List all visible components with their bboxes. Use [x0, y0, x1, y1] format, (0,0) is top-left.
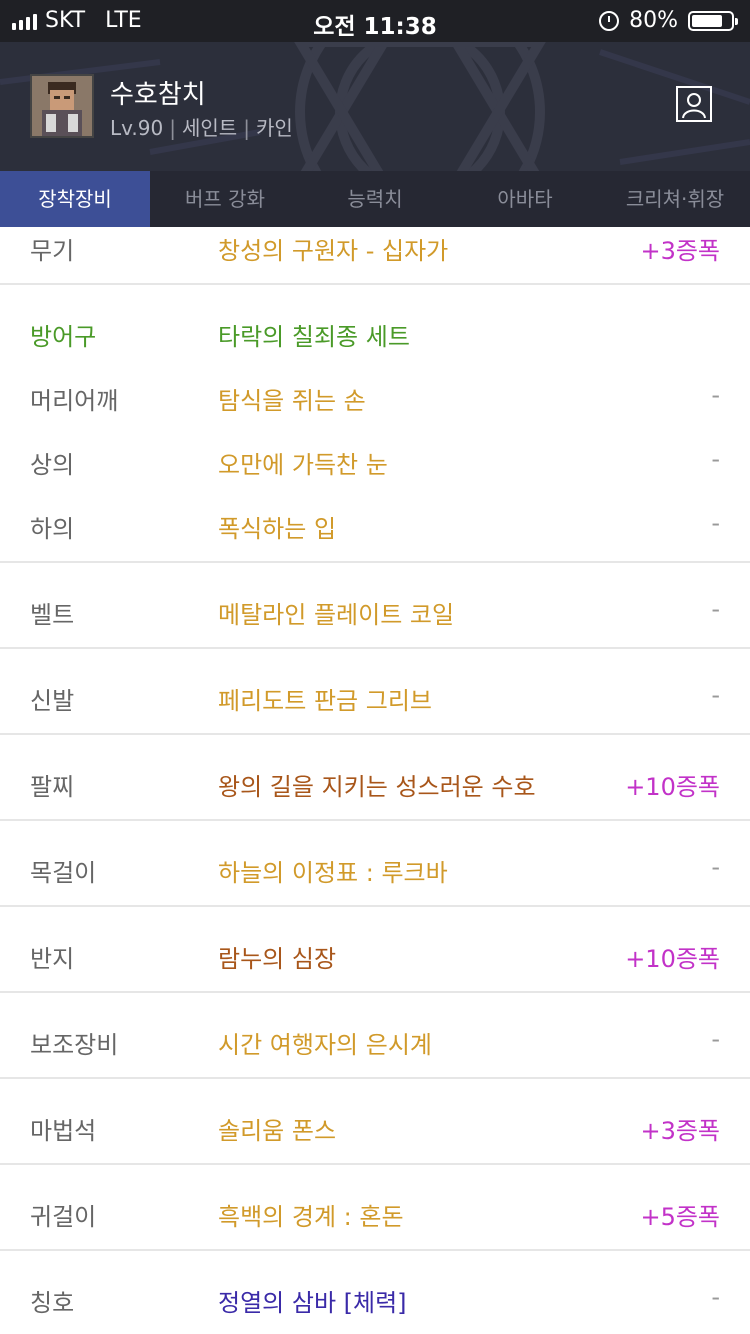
- equipment-row-sub-equipment[interactable]: 보조장비 시간 여행자의 은시계 -: [0, 1017, 750, 1059]
- augment-value: -: [711, 509, 720, 537]
- character-level: Lv.90: [110, 116, 164, 140]
- augment-value: +10증폭: [625, 945, 720, 973]
- augment-value: +5증폭: [640, 1203, 720, 1231]
- item-name: 폭식하는 입: [218, 515, 337, 543]
- item-name: 페리도트 판금 그리브: [218, 687, 432, 715]
- slot-label: 귀걸이: [30, 1203, 97, 1231]
- slot-label: 방어구: [30, 323, 97, 351]
- divider: [0, 1249, 750, 1251]
- slot-label: 팔찌: [30, 773, 75, 801]
- item-name: 시간 여행자의 은시계: [218, 1031, 432, 1059]
- equipment-row-earring[interactable]: 귀걸이 흑백의 경계 : 혼돈 +5증폭: [0, 1189, 750, 1231]
- slot-label: 무기: [30, 237, 75, 265]
- item-name: 하늘의 이정표 : 루크바: [218, 859, 448, 887]
- tab-bar: 장착장비 버프 강화 능력치 아바타 크리쳐·휘장: [0, 171, 750, 227]
- slot-label: 신발: [30, 687, 75, 715]
- slot-label: 보조장비: [30, 1031, 119, 1059]
- item-name: 창성의 구원자 - 십자가: [218, 237, 449, 265]
- divider: [0, 561, 750, 563]
- item-name: 오만에 가득찬 눈: [218, 451, 388, 479]
- slot-label: 마법석: [30, 1117, 97, 1145]
- tab-equipment[interactable]: 장착장비: [0, 171, 150, 227]
- slot-label: 하의: [30, 515, 75, 543]
- equipment-row-shoes[interactable]: 신발 페리도트 판금 그리브 -: [0, 673, 750, 715]
- augment-value: -: [711, 381, 720, 409]
- character-portrait-icon: [32, 76, 92, 136]
- status-bar: SKT LTE 오전 11:38 80%: [0, 0, 750, 42]
- character-server: 카인: [255, 116, 293, 140]
- character-name: 수호참치: [110, 80, 206, 110]
- slot-label: 칭호: [30, 1289, 75, 1317]
- tab-buff-enhance[interactable]: 버프 강화: [150, 171, 300, 227]
- item-name: 솔리움 폰스: [218, 1117, 337, 1145]
- info-separator: |: [243, 116, 250, 140]
- equipment-row-title[interactable]: 칭호 정열의 삼바 [체력] -: [0, 1275, 750, 1317]
- equipment-row-armor-set[interactable]: 방어구 타락의 칠죄종 세트: [0, 309, 750, 351]
- person-icon: [682, 93, 706, 119]
- item-name: 왕의 길을 지키는 성스러운 수호: [218, 773, 536, 801]
- item-name: 타락의 칠죄종 세트: [218, 323, 410, 351]
- battery-percent: 80%: [629, 8, 678, 33]
- augment-value: +3증폭: [640, 1117, 720, 1145]
- augment-value: -: [711, 595, 720, 623]
- tab-stats[interactable]: 능력치: [300, 171, 450, 227]
- divider: [0, 283, 750, 285]
- slot-label: 반지: [30, 945, 75, 973]
- info-separator: |: [169, 116, 176, 140]
- augment-value: -: [711, 1283, 720, 1311]
- slot-label: 벨트: [30, 601, 75, 629]
- equipment-row-shoulder[interactable]: 머리어깨 탐식을 쥐는 손 -: [0, 373, 750, 415]
- equipment-row-magic-stone[interactable]: 마법석 솔리움 폰스 +3증폭: [0, 1103, 750, 1145]
- equipment-row-ring[interactable]: 반지 람누의 심장 +10증폭: [0, 931, 750, 973]
- item-name: 탐식을 쥐는 손: [218, 387, 366, 415]
- augment-value: -: [711, 681, 720, 709]
- profile-button[interactable]: [676, 86, 712, 122]
- item-name: 람누의 심장: [218, 945, 337, 973]
- tab-creature-emblem[interactable]: 크리쳐·휘장: [600, 171, 750, 227]
- tab-avatar[interactable]: 아바타: [450, 171, 600, 227]
- equipment-row-bracelet[interactable]: 팔찌 왕의 길을 지키는 성스러운 수호 +10증폭: [0, 759, 750, 801]
- augment-value: +3증폭: [640, 237, 720, 265]
- divider: [0, 1077, 750, 1079]
- divider: [0, 905, 750, 907]
- slot-label: 목걸이: [30, 859, 97, 887]
- divider: [0, 647, 750, 649]
- divider: [0, 819, 750, 821]
- augment-value: -: [711, 445, 720, 473]
- character-avatar: [30, 74, 94, 138]
- character-info: Lv.90 | 세인트 | 카인: [110, 112, 293, 141]
- equipment-row-necklace[interactable]: 목걸이 하늘의 이정표 : 루크바 -: [0, 845, 750, 887]
- status-right: 80%: [599, 8, 738, 33]
- augment-value: +10증폭: [625, 773, 720, 801]
- augment-value: -: [711, 1025, 720, 1053]
- divider: [0, 1163, 750, 1165]
- equipment-row-belt[interactable]: 벨트 메탈라인 플레이트 코일 -: [0, 587, 750, 629]
- battery-icon: [688, 10, 738, 31]
- character-job: 세인트: [181, 116, 238, 140]
- equipment-row-weapon[interactable]: 무기 창성의 구원자 - 십자가 +3증폭: [0, 223, 750, 265]
- equipment-row-top[interactable]: 상의 오만에 가득찬 눈 -: [0, 437, 750, 479]
- slot-label: 머리어깨: [30, 387, 119, 415]
- divider: [0, 991, 750, 993]
- alarm-icon: [599, 10, 620, 31]
- slot-label: 상의: [30, 451, 75, 479]
- character-header: 수호참치 Lv.90 | 세인트 | 카인: [0, 42, 750, 171]
- equipment-row-bottom[interactable]: 하의 폭식하는 입 -: [0, 501, 750, 543]
- augment-value: -: [711, 853, 720, 881]
- item-name: 흑백의 경계 : 혼돈: [218, 1203, 404, 1231]
- divider: [0, 733, 750, 735]
- item-name: 정열의 삼바 [체력]: [218, 1289, 407, 1317]
- item-name: 메탈라인 플레이트 코일: [218, 601, 455, 629]
